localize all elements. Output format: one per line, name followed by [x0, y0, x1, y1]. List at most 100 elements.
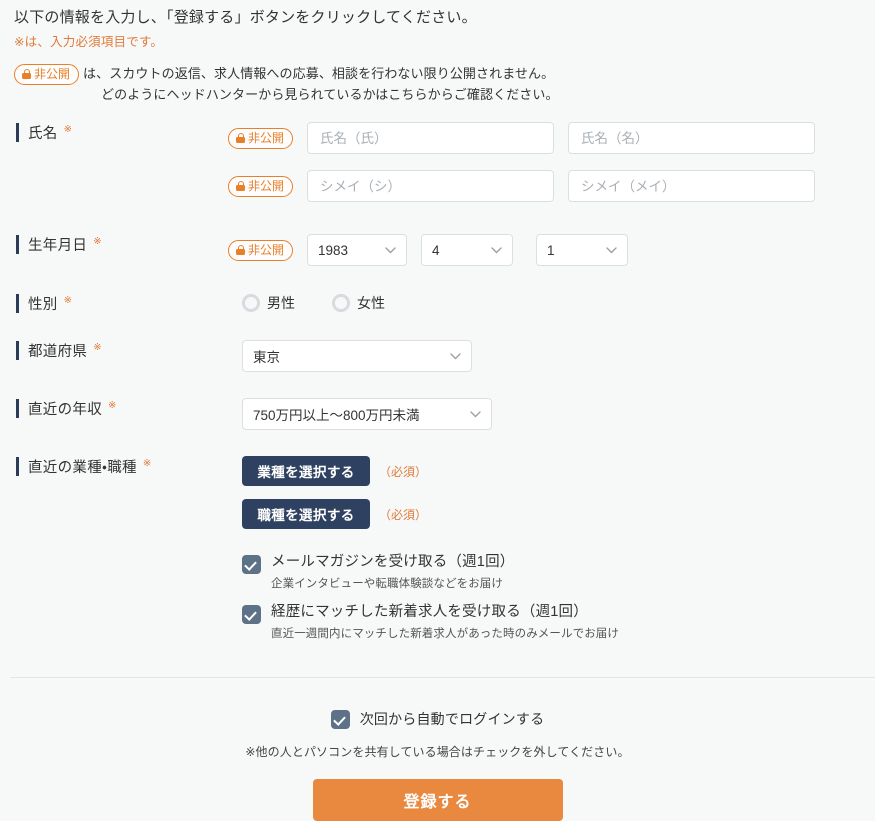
auto-login-label: 次回から自動でログインする — [359, 711, 545, 727]
subscription-item-magazine[interactable]: メールマガジンを受け取る（週1回） 企業インタビューや転職体験談などをお届け — [242, 553, 875, 591]
required-asterisk: ※ — [93, 342, 102, 353]
label-income-text: 直近の年収 — [28, 402, 102, 418]
industry-required-note: （必須） — [379, 464, 428, 479]
label-accent-bar — [16, 457, 19, 476]
subscription-jobs-text: 経歴にマッチした新着求人を受け取る（週1回） 直近一週間内にマッチした新着求人が… — [271, 603, 619, 641]
checkbox-new-jobs[interactable] — [242, 605, 261, 624]
privacy-note-text: は、スカウトの返信、求人情報への応募、相談を行わない限り公開されません。 どのよ… — [83, 63, 559, 105]
radio-circle-male — [242, 294, 260, 312]
private-badge-label: 非公開 — [34, 67, 71, 81]
birth-day-select[interactable]: 1 — [536, 234, 629, 266]
subscription-jobs-description: 直近一週間内にマッチした新着求人があった時のみメールでお届け — [271, 628, 619, 640]
label-name-text: 氏名 — [28, 126, 58, 142]
name-last-input[interactable] — [568, 122, 816, 154]
auto-login-note: ※他の人とパソコンを共有している場合はチェックを外してください。 — [245, 744, 630, 759]
industry-button-group: 業種を選択する （必須） — [242, 456, 427, 486]
gender-female-label: 女性 — [357, 295, 385, 311]
subscription-jobs-title: 経歴にマッチした新着求人を受け取る（週1回） — [271, 604, 588, 620]
label-accent-bar — [16, 235, 19, 254]
name-kana-last-input[interactable] — [568, 170, 816, 202]
checkbox-auto-login[interactable] — [330, 709, 350, 729]
submit-button[interactable]: 登録する — [312, 778, 563, 821]
row-industry-job: 直近の業種・職種 ※ 業種を選択する （必須） 職種を選択する （必須） — [0, 456, 875, 529]
income-value: 750万円以上〜800万円未満 — [253, 408, 420, 423]
required-field-note: ※は、入力必須項目です。 — [14, 35, 164, 49]
chevron-down-icon — [491, 246, 502, 254]
field-gender: 男性 女性 — [228, 293, 875, 313]
subscription-magazine-title: メールマガジンを受け取る（週1回） — [271, 554, 515, 570]
checkbox-magazine[interactable] — [242, 555, 261, 574]
row-name-kana: 非公開 — [0, 170, 875, 202]
select-job-button[interactable]: 職種を選択する — [242, 499, 370, 529]
birth-month-value: 4 — [432, 242, 440, 258]
required-asterisk: ※ — [63, 295, 72, 306]
required-asterisk: ※ — [93, 236, 102, 247]
label-name: 氏名 ※ — [0, 122, 228, 143]
field-birthdate: 非公開 1983 4 1 — [228, 234, 875, 266]
label-birthdate-text: 生年月日 — [28, 238, 88, 254]
field-prefecture: 東京 — [228, 340, 875, 372]
chevron-down-icon — [385, 246, 396, 254]
job-button-group: 職種を選択する （必須） — [242, 499, 427, 529]
private-badge-label: 非公開 — [248, 242, 285, 257]
label-industry-job-text: 直近の業種・職種 — [28, 460, 137, 476]
gender-radio-male[interactable]: 男性 — [242, 293, 295, 313]
privacy-note-line2: どのようにヘッドハンターから見られているかはこちらからご確認ください。 — [101, 87, 559, 102]
select-industry-button[interactable]: 業種を選択する — [242, 456, 370, 486]
private-badge-label: 非公開 — [248, 178, 285, 193]
privacy-note: 非公開 は、スカウトの返信、求人情報への応募、相談を行わない限り公開されません。… — [14, 63, 875, 105]
required-asterisk: ※ — [108, 400, 117, 411]
row-prefecture: 都道府県 ※ 東京 — [0, 340, 875, 372]
label-prefecture-text: 都道府県 — [28, 344, 88, 360]
job-required-note: （必須） — [379, 507, 428, 522]
gender-radio-female[interactable]: 女性 — [332, 293, 385, 313]
private-badge-birthdate: 非公開 — [228, 239, 294, 261]
required-asterisk: ※ — [63, 124, 72, 135]
birth-month-select[interactable]: 4 — [421, 234, 514, 266]
intro-instruction: 以下の情報を入力し、「登録する」ボタンをクリックしてください。 — [14, 9, 477, 26]
label-gender-text: 性別 — [28, 297, 58, 313]
label-birthdate: 生年月日 ※ — [0, 234, 228, 255]
birth-year-select[interactable]: 1983 — [307, 234, 408, 266]
radio-circle-female — [332, 294, 350, 312]
label-accent-bar — [16, 294, 19, 313]
privacy-note-line1: は、スカウトの返信、求人情報への応募、相談を行わない限り公開されません。 — [83, 66, 555, 81]
income-select[interactable]: 750万円以上〜800万円未満 — [242, 398, 492, 430]
auto-login-row[interactable]: 次回から自動でログインする — [330, 709, 545, 729]
label-accent-bar — [16, 123, 19, 142]
section-divider — [10, 677, 875, 678]
label-industry-job: 直近の業種・職種 ※ — [0, 456, 228, 477]
lock-icon — [236, 132, 245, 143]
gender-male-label: 男性 — [267, 295, 295, 311]
footer-section: 次回から自動でログインする ※他の人とパソコンを共有している場合はチェックを外し… — [0, 709, 875, 821]
label-gender: 性別 ※ — [0, 293, 228, 314]
subscription-options: メールマガジンを受け取る（週1回） 企業インタビューや転職体験談などをお届け 経… — [0, 553, 875, 641]
prefecture-select[interactable]: 東京 — [242, 340, 472, 372]
label-prefecture: 都道府県 ※ — [0, 340, 228, 361]
row-gender: 性別 ※ 男性 女性 — [0, 293, 875, 314]
field-name-row2: 非公開 — [228, 170, 875, 202]
chevron-down-icon — [606, 246, 617, 254]
lock-icon — [236, 180, 245, 191]
subscription-item-jobs[interactable]: 経歴にマッチした新着求人を受け取る（週1回） 直近一週間内にマッチした新着求人が… — [242, 603, 875, 641]
chevron-down-icon — [470, 410, 481, 418]
label-accent-bar — [16, 341, 19, 360]
registration-form: 氏名 ※ 非公開 非公開 生年月日 ※ — [0, 122, 875, 641]
birth-day-value: 1 — [547, 242, 555, 258]
lock-icon — [236, 244, 245, 255]
row-birthdate: 生年月日 ※ 非公開 1983 4 1 — [0, 234, 875, 266]
birth-year-value: 1983 — [318, 242, 349, 258]
label-accent-bar — [16, 399, 19, 418]
field-industry-job: 業種を選択する （必須） 職種を選択する （必須） — [228, 456, 875, 529]
subscription-magazine-description: 企業インタビューや転職体験談などをお届け — [271, 578, 503, 590]
private-badge: 非公開 — [14, 64, 80, 85]
name-first-input[interactable] — [307, 122, 555, 154]
name-kana-first-input[interactable] — [307, 170, 555, 202]
private-badge-kana: 非公開 — [228, 175, 294, 197]
required-asterisk: ※ — [142, 458, 152, 469]
field-income: 750万円以上〜800万円未満 — [228, 398, 875, 430]
private-badge-label: 非公開 — [248, 130, 285, 145]
chevron-down-icon — [450, 352, 461, 360]
row-name: 氏名 ※ 非公開 — [0, 122, 875, 154]
row-income: 直近の年収 ※ 750万円以上〜800万円未満 — [0, 398, 875, 430]
